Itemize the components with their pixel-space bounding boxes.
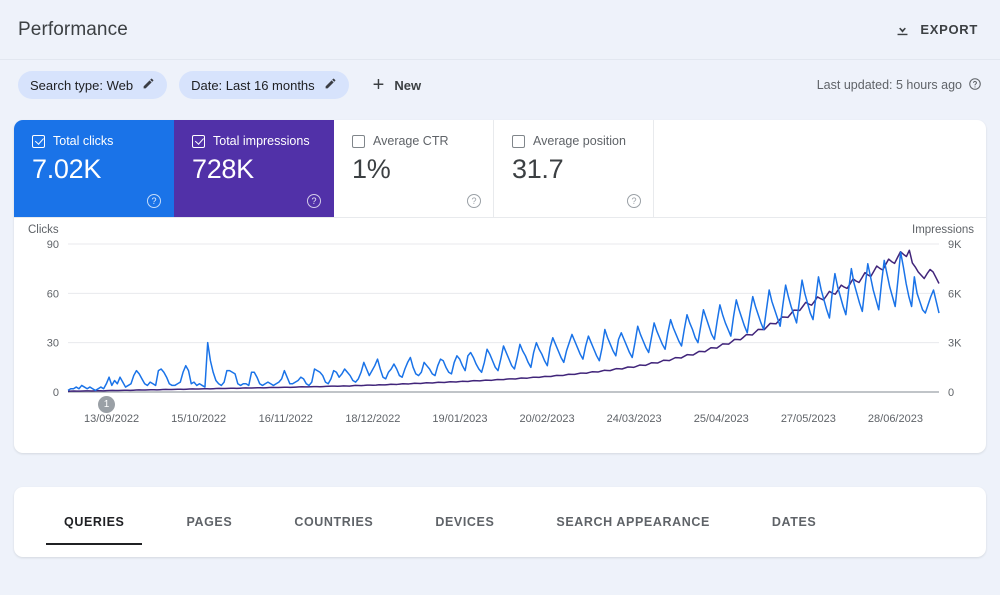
dimension-tabs: QUERIES PAGES COUNTRIES DEVICES SEARCH A…	[14, 487, 878, 545]
svg-text:60: 60	[47, 288, 59, 300]
metric-card-group: Total clicks 7.02K ? Total impressions 7…	[14, 120, 986, 218]
metric-card-average-position[interactable]: Average position 31.7 ?	[494, 120, 654, 217]
tab-pages[interactable]: PAGES	[186, 487, 232, 545]
checkbox-checked-icon[interactable]	[32, 134, 45, 148]
tab-search-appearance[interactable]: SEARCH APPEARANCE	[556, 487, 710, 545]
tab-label: QUERIES	[64, 515, 125, 529]
tab-label: COUNTRIES	[294, 515, 374, 529]
metric-card-total-clicks[interactable]: Total clicks 7.02K ?	[14, 120, 174, 217]
tab-label: SEARCH APPEARANCE	[556, 515, 710, 529]
metric-label: Average CTR	[373, 134, 449, 148]
tab-queries[interactable]: QUERIES	[45, 487, 144, 545]
svg-text:0: 0	[53, 387, 59, 399]
export-label: EXPORT	[920, 22, 978, 37]
metric-value: 31.7	[512, 154, 564, 184]
tab-dates[interactable]: DATES	[772, 487, 816, 545]
metric-label: Total impressions	[213, 134, 310, 148]
metric-card-average-ctr[interactable]: Average CTR 1% ?	[334, 120, 494, 217]
dimension-tabs-card: QUERIES PAGES COUNTRIES DEVICES SEARCH A…	[14, 487, 986, 557]
checkbox-unchecked-icon[interactable]	[352, 134, 365, 148]
svg-text:28/06/2023: 28/06/2023	[868, 413, 923, 425]
svg-text:16/11/2022: 16/11/2022	[259, 413, 313, 425]
metric-card-header: Total impressions	[192, 134, 333, 148]
svg-text:6K: 6K	[948, 288, 962, 300]
svg-text:19/01/2023: 19/01/2023	[432, 413, 487, 425]
pencil-icon	[142, 77, 155, 93]
filter-chip-search-type-label: Search type: Web	[30, 77, 134, 93]
export-button[interactable]: EXPORT	[890, 15, 982, 44]
download-icon	[894, 21, 911, 38]
checkbox-checked-icon[interactable]	[192, 134, 205, 148]
svg-text:13/09/2022: 13/09/2022	[84, 413, 139, 425]
metric-value: 728K	[192, 154, 254, 184]
help-icon[interactable]: ?	[627, 194, 641, 208]
svg-text:30: 30	[47, 338, 59, 350]
page-title: Performance	[18, 18, 128, 40]
filter-chip-search-type[interactable]: Search type: Web	[18, 71, 168, 99]
metric-card-empty-space	[654, 120, 986, 217]
svg-text:3K: 3K	[948, 338, 962, 350]
new-filter-button[interactable]: + New	[365, 75, 429, 95]
svg-text:15/10/2022: 15/10/2022	[171, 413, 226, 425]
metric-card-total-impressions[interactable]: Total impressions 728K ?	[174, 120, 334, 217]
filter-chip-date-label: Date: Last 16 months	[191, 77, 315, 93]
svg-text:9K: 9K	[948, 239, 962, 251]
help-icon[interactable]	[968, 77, 982, 94]
metric-value: 1%	[352, 154, 391, 184]
help-icon[interactable]: ?	[467, 194, 481, 208]
tab-label: DATES	[771, 515, 817, 529]
filter-chip-group: Search type: Web Date: Last 16 months + …	[18, 71, 429, 99]
new-filter-label: New	[394, 77, 422, 93]
metric-card-header: Average position	[512, 134, 653, 148]
svg-text:20/02/2023: 20/02/2023	[520, 413, 575, 425]
pencil-icon	[324, 77, 337, 93]
performance-card: Total clicks 7.02K ? Total impressions 7…	[14, 120, 986, 453]
svg-text:27/05/2023: 27/05/2023	[781, 413, 836, 425]
help-icon[interactable]: ?	[307, 194, 321, 208]
last-updated: Last updated: 5 hours ago	[817, 77, 982, 94]
tab-label: DEVICES	[435, 515, 495, 529]
svg-text:24/03/2023: 24/03/2023	[607, 413, 662, 425]
chart-canvas[interactable]: 0 0 30 3K 60 6K 90 9K 13/09/2022 15/10/2022 16/11/…	[14, 218, 986, 453]
plus-icon: +	[372, 74, 385, 96]
tab-devices[interactable]: DEVICES	[435, 487, 494, 545]
chart-annotation-marker[interactable]: 1	[98, 396, 115, 413]
svg-text:0: 0	[948, 387, 954, 399]
filter-chip-date[interactable]: Date: Last 16 months	[179, 71, 349, 99]
metric-label: Average position	[533, 134, 626, 148]
svg-text:25/04/2023: 25/04/2023	[694, 413, 749, 425]
last-updated-label: Last updated: 5 hours ago	[816, 78, 962, 92]
performance-chart: Clicks Impressions 0 0 30 3K 60 6K 90 9K 13/09/2…	[14, 218, 986, 453]
tab-countries[interactable]: COUNTRIES	[294, 487, 373, 545]
metric-card-header: Total clicks	[32, 134, 173, 148]
metric-value: 7.02K	[32, 154, 102, 184]
metric-label: Total clicks	[53, 134, 114, 148]
checkbox-unchecked-icon[interactable]	[512, 134, 525, 148]
help-icon[interactable]: ?	[147, 194, 161, 208]
page-header: Performance EXPORT	[0, 0, 1000, 60]
filter-bar: Search type: Web Date: Last 16 months + …	[0, 60, 1000, 110]
svg-text:90: 90	[47, 239, 59, 251]
metric-card-header: Average CTR	[352, 134, 493, 148]
tab-label: PAGES	[186, 515, 233, 529]
svg-text:18/12/2022: 18/12/2022	[345, 413, 400, 425]
